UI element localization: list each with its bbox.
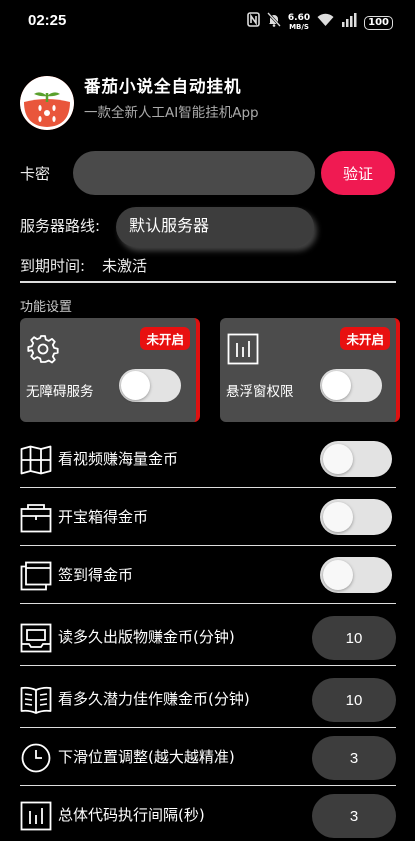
bar-chart-icon bbox=[227, 333, 259, 365]
clock-icon bbox=[20, 743, 52, 773]
nfc-icon bbox=[247, 12, 260, 33]
net-speed-unit: MB/S bbox=[289, 23, 309, 31]
inbox-icon bbox=[20, 623, 52, 653]
treasure-box-toggle[interactable] bbox=[320, 499, 392, 535]
list-item: 总体代码执行间隔(秒) bbox=[20, 788, 396, 841]
list-label: 开宝箱得金币 bbox=[58, 508, 149, 526]
battery-icon: 100 bbox=[364, 15, 393, 30]
app-title: 番茄小说全自动挂机 bbox=[84, 77, 242, 96]
expiry-value: 未激活 bbox=[102, 257, 148, 275]
mute-icon bbox=[266, 12, 281, 33]
status-badge: 未开启 bbox=[140, 327, 190, 350]
list-label: 下滑位置调整(越大越精准) bbox=[58, 748, 235, 766]
map-icon bbox=[20, 445, 52, 475]
status-bar: 02:25 6.60 MB/S 100 bbox=[0, 0, 415, 44]
accessibility-toggle[interactable] bbox=[119, 369, 181, 402]
treasure-box-icon bbox=[20, 503, 52, 533]
book-icon bbox=[20, 685, 52, 715]
list-label: 看视频赚海量金币 bbox=[58, 450, 179, 468]
execution-interval-input[interactable] bbox=[312, 794, 396, 838]
accessibility-card[interactable]: 未开启 无障碍服务 bbox=[20, 318, 200, 422]
key-label: 卡密 bbox=[20, 165, 51, 183]
divider bbox=[20, 281, 396, 283]
card-label: 无障碍服务 bbox=[26, 384, 94, 400]
list-item: 下滑位置调整(越大越精准) bbox=[20, 730, 396, 786]
gear-icon bbox=[27, 333, 59, 365]
status-badge: 未开启 bbox=[340, 327, 390, 350]
watch-video-toggle[interactable] bbox=[320, 441, 392, 477]
tomato-logo-icon bbox=[20, 76, 74, 130]
expiry-label: 到期时间: bbox=[20, 257, 86, 275]
toggle-knob bbox=[323, 502, 353, 532]
list-item: 读多久出版物赚金币(分钟) bbox=[20, 610, 396, 666]
app-header: 番茄小说全自动挂机 一款全新人工AI智能挂机App bbox=[20, 73, 400, 133]
list-label: 总体代码执行间隔(秒) bbox=[58, 806, 205, 824]
key-input[interactable] bbox=[73, 151, 315, 195]
wifi-icon bbox=[317, 13, 334, 33]
status-time: 02:25 bbox=[28, 12, 67, 29]
list-item: 开宝箱得金币 bbox=[20, 490, 396, 546]
divider bbox=[20, 544, 396, 546]
divider bbox=[20, 486, 396, 488]
divider bbox=[20, 784, 396, 786]
verify-button[interactable]: 验证 bbox=[321, 151, 395, 195]
net-speed: 6.60 MB/S bbox=[287, 13, 311, 32]
read-publication-minutes-input[interactable] bbox=[312, 616, 396, 660]
list-item: 看多久潜力佳作赚金币(分钟) bbox=[20, 672, 396, 728]
server-select[interactable]: 默认服务器 bbox=[116, 207, 314, 247]
net-speed-value: 6.60 bbox=[287, 13, 311, 23]
list-label: 看多久潜力佳作赚金币(分钟) bbox=[58, 690, 250, 708]
toggle-knob bbox=[323, 560, 353, 590]
list-label: 读多久出版物赚金币(分钟) bbox=[58, 628, 235, 646]
toggle-knob bbox=[322, 371, 351, 400]
section-title: 功能设置 bbox=[20, 300, 73, 315]
toggle-knob bbox=[121, 371, 150, 400]
server-label: 服务器路线: bbox=[20, 217, 101, 235]
divider bbox=[20, 726, 396, 728]
list-item: 看视频赚海量金币 bbox=[20, 432, 396, 488]
app-subtitle: 一款全新人工AI智能挂机App bbox=[84, 105, 259, 121]
divider bbox=[20, 602, 396, 604]
watch-works-minutes-input[interactable] bbox=[312, 678, 396, 722]
card-label: 悬浮窗权限 bbox=[226, 384, 294, 400]
bar-chart-icon bbox=[20, 801, 52, 831]
calendar-stack-icon bbox=[20, 561, 52, 591]
list-item: 签到得金币 bbox=[20, 548, 396, 604]
signal-icon bbox=[341, 12, 357, 33]
overlay-permission-card[interactable]: 未开启 悬浮窗权限 bbox=[220, 318, 400, 422]
scroll-position-input[interactable] bbox=[312, 736, 396, 780]
sign-in-toggle[interactable] bbox=[320, 557, 392, 593]
list-label: 签到得金币 bbox=[58, 566, 134, 584]
status-icons: 6.60 MB/S 100 bbox=[247, 12, 393, 33]
toggle-knob bbox=[323, 444, 353, 474]
overlay-toggle[interactable] bbox=[320, 369, 382, 402]
divider bbox=[20, 664, 396, 666]
